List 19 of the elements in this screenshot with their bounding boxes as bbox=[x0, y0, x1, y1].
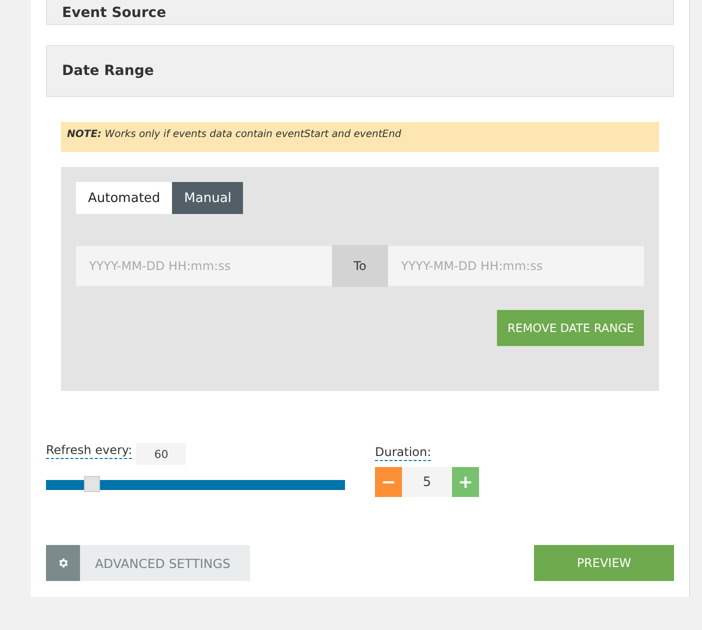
remove-date-range-button[interactable]: REMOVE DATE RANGE bbox=[497, 310, 644, 346]
end-date-field[interactable]: YYYY-MM-DD HH:mm:ss bbox=[388, 246, 644, 286]
mode-tab[interactable]: Automated bbox=[76, 182, 172, 214]
decrement-button[interactable]: − bbox=[375, 467, 402, 497]
advanced-settings-button[interactable]: ADVANCED SETTINGS bbox=[46, 545, 250, 581]
preview-button[interactable]: PREVIEW bbox=[534, 545, 674, 581]
slider-thumb[interactable] bbox=[84, 476, 100, 492]
section-header[interactable]: Date Range bbox=[46, 45, 674, 97]
increment-button[interactable]: + bbox=[452, 467, 479, 497]
duration-label: Duration: bbox=[375, 445, 432, 461]
gear-icon bbox=[46, 545, 80, 581]
refresh-value: 60 bbox=[136, 443, 186, 465]
refresh-label: Refresh every: bbox=[46, 443, 132, 459]
to-label: To bbox=[332, 245, 388, 287]
start-date-field[interactable]: YYYY-MM-DD HH:mm:ss bbox=[76, 246, 332, 286]
duration-value: 5 bbox=[402, 467, 452, 497]
mode-tab[interactable]: Manual bbox=[172, 182, 244, 214]
note-banner: NOTE: Works only if events data contain eventStart and eventEnd bbox=[61, 122, 659, 152]
section-header[interactable]: Event Source bbox=[46, 0, 674, 25]
